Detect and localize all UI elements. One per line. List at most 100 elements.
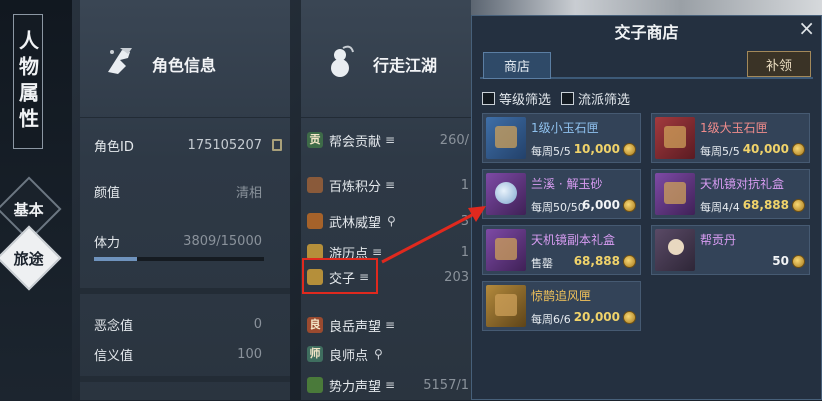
travel-panel: 行走江湖 贡帮会贡献 ≡ 260/百炼积分 ≡ 1 武林威望 ⚲ 3 游历点 ≡ 1 交子 ≡ 203 良良… (301, 0, 471, 400)
info-icon[interactable]: ≡ (385, 318, 395, 332)
shop-title: 交子商店 (614, 23, 679, 42)
item-price: 20,000 (573, 310, 620, 324)
travel-row-value: 203 (444, 269, 469, 285)
claim-button[interactable]: 补领 (747, 51, 811, 77)
jiaozi-coin-icon (623, 199, 636, 212)
travel-row[interactable]: 百炼积分 ≡ 1 (301, 169, 471, 201)
role-info-header: 角色信息 (80, 0, 290, 118)
info-icon[interactable]: ≡ (385, 133, 395, 147)
item-image (655, 117, 695, 159)
travel-row-value: 260/ (439, 132, 469, 148)
location-pin-icon[interactable]: ⚲ (374, 347, 383, 361)
looks-value: 清相 (235, 185, 262, 201)
copy-icon[interactable] (272, 139, 282, 151)
filter-bar: 等级筛选 流派筛选 (482, 89, 630, 108)
icon-glyph: 良 (309, 318, 321, 331)
travel-header: 行走江湖 (301, 0, 471, 118)
travel-row[interactable]: 良良岳声望 ≡ (301, 309, 471, 341)
travel-row[interactable]: 势力声望 ≡ 5157/1 (301, 369, 471, 401)
shop-item[interactable]: 兰溪 · 解玉砂 每周50/50 6,000 (482, 169, 641, 219)
background-scenery (470, 0, 822, 15)
jiaozi-coin-icon (623, 143, 636, 156)
item-image (655, 173, 695, 215)
item-name: 天机镜副本礼盒 (531, 233, 616, 247)
item-image (486, 117, 526, 159)
item-image (655, 229, 695, 271)
tab-journey[interactable]: 旅途 (0, 225, 62, 291)
info-icon[interactable]: ≡ (385, 178, 395, 192)
item-name: 天机镜对抗礼盒 (700, 177, 785, 191)
sidebar-title: 人物属性 (13, 14, 43, 149)
shop-tabbar: 商店 补领 (480, 51, 813, 79)
justice-row: 信义值 100 (80, 338, 290, 370)
item-name: 1级小玉石匣 (531, 121, 599, 135)
role-id-row: 角色ID 175105207 (80, 129, 290, 161)
school-filter[interactable]: 流派筛选 (561, 89, 630, 108)
gourd-icon (331, 45, 354, 77)
jiaozi-shop-window: 交子商店 × 商店 补领 等级筛选 流派筛选 1级小玉石匣 每周5/5 10,000… (471, 15, 822, 400)
item-price: 50 (772, 254, 789, 268)
shop-item[interactable]: 1级小玉石匣 每周5/5 10,000 (482, 113, 641, 163)
role-id-label: 角色ID (94, 139, 134, 155)
jiaozi-coin-icon (623, 311, 636, 324)
shop-item[interactable]: 帮贡丹 50 (651, 225, 810, 275)
travel-row[interactable]: 师良师点 ⚲ (301, 338, 471, 370)
info-icon[interactable]: ≡ (385, 378, 395, 392)
item-name: 兰溪 · 解玉砂 (531, 177, 603, 191)
shop-item[interactable]: 惊鹊追风匣每周6/6 20,000 (482, 281, 641, 331)
highlight-box (302, 258, 378, 294)
item-price: 40,000 (742, 142, 789, 156)
sidebar: 人物属性 基本 旅途 (0, 0, 72, 400)
mentor-points-icon: 师 (307, 346, 323, 362)
refine-points-icon (307, 177, 323, 193)
travel-row-value: 1 (460, 177, 469, 193)
travel-row[interactable]: 贡帮会贡献 ≡ 260/ (301, 124, 471, 156)
item-name: 惊鹊追风匣 (531, 289, 592, 303)
item-price: 10,000 (573, 142, 620, 156)
school-filter-checkbox[interactable] (561, 92, 575, 105)
item-limit: 每周5/5 (531, 145, 571, 158)
school-filter-label: 流派筛选 (578, 93, 631, 108)
item-image (486, 285, 526, 327)
travel-row[interactable]: 武林威望 ⚲ 3 (301, 205, 471, 237)
sidebar-title-text: 人物属性 (15, 29, 40, 134)
travel-row-value: 3 (460, 213, 469, 229)
item-price: 68,888 (573, 254, 620, 268)
icon-glyph: 贡 (309, 133, 321, 146)
jiaozi-coin-icon (792, 255, 805, 268)
item-price: 6,000 (582, 198, 620, 212)
location-pin-icon[interactable]: ⚲ (387, 214, 396, 228)
shop-item[interactable]: 天机镜对抗礼盒 每周4/4 68,888 (651, 169, 810, 219)
shop-item[interactable]: 1级大玉石匣 每周5/5 40,000 (651, 113, 810, 163)
evil-row: 恶念值 0 (80, 308, 290, 340)
level-filter-checkbox[interactable] (482, 92, 495, 105)
travel-row-value: 1 (460, 244, 469, 260)
stamina-bar-fill (94, 257, 138, 261)
icon-glyph: 师 (309, 347, 321, 360)
info-icon[interactable]: ≡ (372, 245, 382, 259)
role-id-value: 175105207 (187, 137, 262, 153)
stamina-label: 体力 (94, 235, 121, 251)
shop-item[interactable]: 天机镜副本礼盒 售罄 68,888 (482, 225, 641, 275)
travel-row-label: 良师点 (329, 348, 369, 364)
travel-row-label: 百炼积分 (329, 179, 382, 195)
level-filter-label: 等级筛选 (499, 93, 552, 108)
item-limit: 售罄 (531, 257, 553, 270)
evil-value: 0 (253, 316, 262, 332)
jiaozi-coin-icon (792, 143, 805, 156)
level-filter[interactable]: 等级筛选 (482, 89, 551, 108)
item-price: 68,888 (742, 198, 789, 212)
stamina-row: 体力 3809/15000 (80, 225, 290, 257)
tab-shop[interactable]: 商店 (483, 52, 551, 79)
role-info-title: 角色信息 (152, 56, 217, 75)
evil-label: 恶念值 (94, 318, 134, 334)
travel-row-value: 5157/1 (423, 377, 469, 393)
close-icon[interactable]: × (798, 16, 815, 40)
item-limit: 每周6/6 (531, 313, 571, 326)
liangyue-prestige-icon: 良 (307, 317, 323, 333)
role-info-icon (108, 48, 132, 74)
role-info-panel: 角色信息 角色ID 175105207 颜值 清相 体力 3809/15000 … (80, 0, 290, 400)
looks-label: 颜值 (94, 185, 121, 201)
divider (80, 376, 290, 382)
guild-contribution-icon: 贡 (307, 132, 323, 148)
